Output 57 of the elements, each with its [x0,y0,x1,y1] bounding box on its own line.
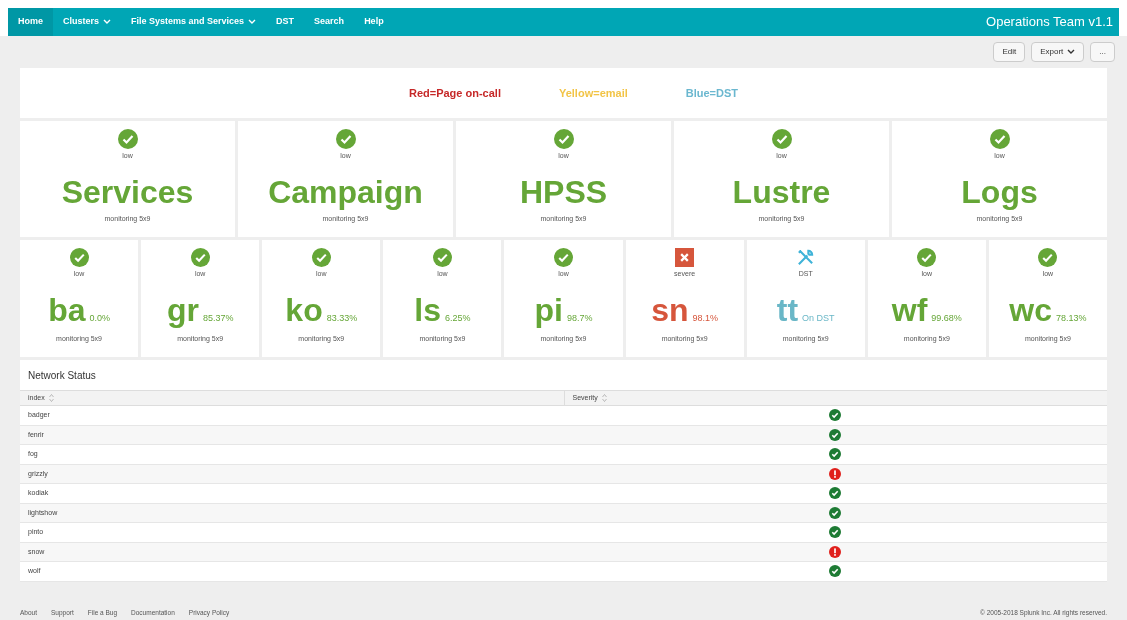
tile-value: 0.0% [89,311,110,325]
check-circle-icon [829,448,842,461]
tile-value: 83.33% [326,311,358,325]
tile-title: Logs [961,175,1038,208]
check-circle-icon [829,487,842,500]
check-circle-icon [829,526,842,539]
toolbar-button[interactable]: Export [1031,42,1085,62]
tile-title: Lustre [732,175,831,208]
tile-title: Campaign [268,175,423,208]
check-circle-icon [335,129,356,149]
check-circle-icon [829,506,842,519]
check-circle-icon [829,428,842,441]
panel-title: Network Status [27,368,97,383]
tile-title: wf [891,293,928,326]
tile-value: 99.68% [931,311,962,325]
tile-title: tt [776,293,799,326]
check-circle-icon [771,129,792,149]
tile-title: ls [414,293,441,326]
tile-title: sn [651,293,689,326]
tile-title: ko [285,293,323,326]
toolbar-button[interactable]: ... [1090,42,1115,62]
sort-icon [48,394,54,402]
check-circle-icon [1038,248,1058,267]
check-circle-icon [69,248,89,267]
tile-value: 6.25% [444,311,471,325]
tools-icon [796,248,816,267]
tile-title: gr [166,293,199,326]
check-circle-icon [829,409,842,422]
tile-value: 85.37% [202,311,234,325]
alert-circle-icon [829,467,842,480]
legend-label: Yellow=email [558,85,628,101]
check-circle-icon [311,248,331,267]
legend-label: Blue=DST [685,85,739,101]
tile-title: pi [534,293,563,326]
tile-title: wc [1009,293,1052,326]
tile-title: ba [48,293,86,326]
check-circle-icon [190,248,210,267]
close-square-icon [675,248,695,267]
tile-title: Services [61,175,194,208]
sort-icon [601,394,607,402]
app-title: Operations Team v1.1 [986,13,1114,32]
tile-value: On DST [802,311,835,325]
nav-link[interactable]: Home [8,8,53,36]
alert-circle-icon [829,545,842,558]
toolbar-button[interactable]: Edit [993,42,1026,62]
tile-title: HPSS [519,175,608,208]
legend-label: Red=Page on-call [408,85,501,101]
tile-value: 98.1% [692,311,719,325]
check-circle-icon [553,129,574,149]
tile-value: 78.13% [1056,311,1087,325]
check-circle-icon [829,565,842,578]
check-circle-icon [989,129,1010,149]
check-circle-icon [117,129,138,149]
check-circle-icon [432,248,452,267]
check-circle-icon [917,248,937,267]
tile-value: 98.7% [566,311,593,325]
check-circle-icon [554,248,573,267]
